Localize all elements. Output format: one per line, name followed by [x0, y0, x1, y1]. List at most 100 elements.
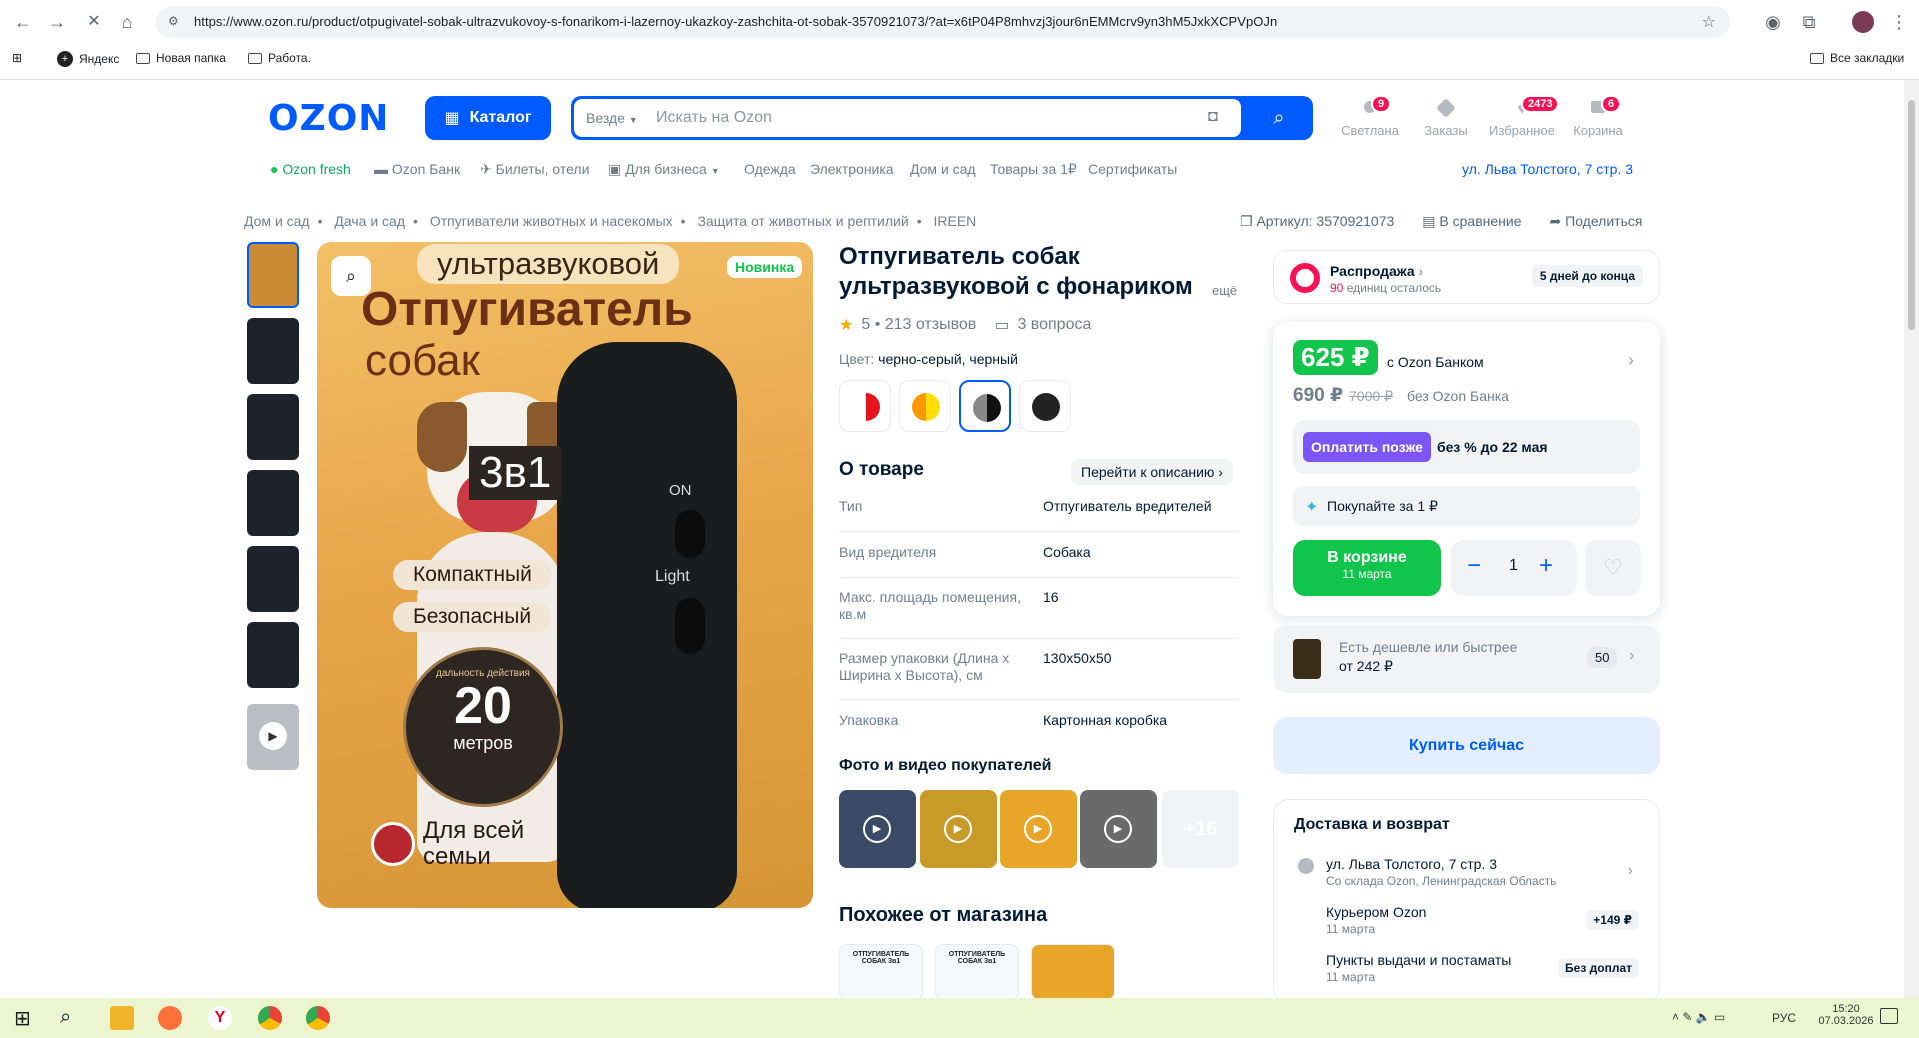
- box-icon: [1435, 98, 1457, 119]
- tray-icons[interactable]: ˄ ✎ 🔈 ▭: [1672, 1010, 1725, 1024]
- back-icon[interactable]: ←: [12, 11, 34, 33]
- spec-value[interactable]: Отпугиватель вредителей: [1043, 498, 1212, 514]
- url-text[interactable]: https://www.ozon.ru/product/otpugivatel-…: [194, 14, 1277, 29]
- breadcrumb-item[interactable]: IREEN: [934, 213, 977, 229]
- home-icon[interactable]: ⌂: [116, 11, 138, 33]
- header-favorites[interactable]: ♥2473 Избранное: [1482, 95, 1562, 138]
- spec-row: Упаковка Картонная коробка: [839, 712, 1239, 736]
- subnav-certificates[interactable]: Сертификаты: [1088, 161, 1177, 177]
- stop-icon[interactable]: ✕: [83, 11, 105, 33]
- customer-video[interactable]: ▶: [1080, 790, 1157, 868]
- delivery-address-link[interactable]: ул. Льва Толстого, 7 стр. 3: [1462, 161, 1633, 177]
- subnav-one-rub[interactable]: Товары за 1₽: [990, 161, 1077, 178]
- subnav-business[interactable]: ▣ Для бизнеса ▼: [608, 161, 720, 178]
- delivery-address[interactable]: ул. Льва Толстого, 7 стр. 3: [1326, 856, 1497, 872]
- color-swatch-black-gray[interactable]: [959, 380, 1011, 432]
- site-info-icon[interactable]: ⚙: [168, 14, 179, 28]
- extensions-icon[interactable]: ⧉: [1798, 11, 1820, 33]
- subnav-tickets[interactable]: ✈ Билеты, отели: [480, 161, 589, 178]
- image-text: Отпугиватель: [361, 283, 693, 336]
- subnav-home-garden[interactable]: Дом и сад: [910, 161, 976, 177]
- gallery-video-thumb[interactable]: ▶: [247, 704, 299, 770]
- share-button[interactable]: ➦ Поделиться: [1550, 213, 1643, 230]
- reviews-link[interactable]: 5 • 213 отзывов: [861, 316, 976, 334]
- cheaper-options[interactable]: Есть дешевле или быстрее от 242 ₽ 50 ›: [1273, 625, 1660, 693]
- translate-icon[interactable]: ◉: [1762, 11, 1784, 33]
- play-icon: ▶: [259, 722, 287, 750]
- gallery-thumb[interactable]: [247, 242, 299, 308]
- in-cart-button[interactable]: В корзине 11 марта: [1293, 540, 1441, 596]
- catalog-button[interactable]: ▦ Каталог: [425, 96, 551, 140]
- gallery-thumb[interactable]: [247, 622, 299, 688]
- search-icon[interactable]: ⌕: [60, 1006, 84, 1030]
- chrome-icon[interactable]: [306, 1006, 330, 1030]
- file-explorer-icon[interactable]: [110, 1006, 134, 1030]
- title-more-link[interactable]: ещё: [1212, 283, 1237, 298]
- bookmark-folder-new[interactable]: Новая папка: [136, 51, 226, 65]
- customer-video[interactable]: ▶: [839, 790, 916, 868]
- search-scope-select[interactable]: Везде ▼: [586, 110, 638, 126]
- search-icon[interactable]: ⌕: [1257, 104, 1301, 132]
- header-cart[interactable]: 6 Корзина: [1558, 95, 1638, 138]
- favorite-heart-icon[interactable]: ♡: [1585, 540, 1641, 596]
- subnav-electronics[interactable]: Электроника: [810, 161, 894, 177]
- similar-product-card[interactable]: ОТПУГИВАТЕЛЬ СОБАК 3в1: [839, 944, 923, 1000]
- breadcrumb-item[interactable]: Отпугиватели животных и насекомых: [430, 213, 673, 229]
- url-field[interactable]: ⚙ https://www.ozon.ru/product/otpugivate…: [156, 6, 1730, 38]
- ozon-logo[interactable]: OZON: [268, 98, 389, 139]
- color-swatch-black[interactable]: [1019, 380, 1071, 432]
- one-rub-block[interactable]: ✦ Покупайте за 1 ₽: [1293, 486, 1640, 526]
- goto-description-button[interactable]: Перейти к описанию ›: [1071, 459, 1233, 485]
- chrome-icon[interactable]: [258, 1006, 282, 1030]
- buy-now-button[interactable]: Купить сейчас: [1273, 717, 1660, 774]
- customer-video[interactable]: ▶: [920, 790, 997, 868]
- gallery-thumb[interactable]: [247, 470, 299, 536]
- language-indicator[interactable]: РУС: [1772, 1011, 1796, 1025]
- clock[interactable]: 15:20 07.03.2026: [1818, 1003, 1874, 1027]
- subnav-ozon-bank[interactable]: ▬ Ozon Банк: [374, 161, 460, 177]
- forward-icon[interactable]: →: [46, 11, 68, 33]
- customer-video[interactable]: ▶: [1000, 790, 1077, 868]
- gallery-thumb[interactable]: [247, 318, 299, 384]
- chevron-right-icon[interactable]: ›: [1628, 862, 1633, 880]
- sale-banner[interactable]: Распродажа › 90 единиц осталось 5 дней д…: [1273, 250, 1660, 304]
- similar-product-card[interactable]: ОТПУГИВАТЕЛЬ СОБАК 3в1: [935, 944, 1019, 1000]
- more-photos-button[interactable]: +16: [1162, 790, 1239, 868]
- minus-icon[interactable]: −: [1467, 552, 1481, 580]
- camera-icon[interactable]: ◘: [1208, 108, 1218, 126]
- plus-icon[interactable]: +: [1539, 552, 1553, 580]
- windows-start-icon[interactable]: ⊞: [14, 1006, 38, 1030]
- gallery-thumb[interactable]: [247, 546, 299, 612]
- chevron-right-icon[interactable]: ›: [1628, 350, 1634, 371]
- questions-link[interactable]: 3 вопроса: [1017, 316, 1091, 334]
- page-scrollbar[interactable]: [1904, 80, 1919, 998]
- bookmark-yandex[interactable]: + Яндекс: [57, 51, 119, 67]
- subnav-clothes[interactable]: Одежда: [744, 161, 796, 177]
- profile-avatar[interactable]: [1852, 11, 1874, 33]
- subnav-ozon-fresh[interactable]: ● Ozon fresh: [270, 161, 351, 177]
- article-number[interactable]: ❐ Артикул: 3570921073: [1240, 213, 1394, 230]
- apps-icon[interactable]: ⊞: [12, 51, 22, 65]
- color-swatch-yellow[interactable]: [899, 380, 951, 432]
- breadcrumb-item[interactable]: Дача и сад: [334, 213, 405, 229]
- header-profile[interactable]: 9 Светлана: [1330, 95, 1410, 138]
- gallery-thumb[interactable]: [247, 394, 299, 460]
- pay-later-button[interactable]: Оплатить позже: [1303, 432, 1431, 462]
- header-orders[interactable]: Заказы: [1406, 97, 1486, 138]
- notifications-icon[interactable]: [1880, 1008, 1898, 1024]
- similar-product-card[interactable]: [1031, 944, 1115, 1000]
- all-bookmarks[interactable]: Все закладки: [1810, 51, 1904, 65]
- breadcrumb-item[interactable]: Дом и сад: [244, 213, 310, 229]
- yandex-browser-icon[interactable]: Y: [208, 1006, 232, 1030]
- bookmark-star-icon[interactable]: ☆: [1702, 12, 1716, 32]
- breadcrumb-item[interactable]: Защита от животных и рептилий: [697, 213, 908, 229]
- about-title: О товаре: [839, 459, 924, 480]
- menu-icon[interactable]: ⋮: [1888, 11, 1910, 33]
- compare-button[interactable]: ▤ В сравнение: [1422, 213, 1521, 230]
- bookmark-folder-work[interactable]: Работа.: [248, 51, 311, 65]
- search-input[interactable]: [656, 104, 1176, 132]
- product-main-image[interactable]: ⌕ Новинка ультразвуковой Отпугиватель со…: [317, 242, 813, 908]
- color-swatch-red[interactable]: [839, 380, 891, 432]
- firefox-icon[interactable]: [158, 1006, 182, 1030]
- scrollbar-thumb[interactable]: [1908, 100, 1915, 330]
